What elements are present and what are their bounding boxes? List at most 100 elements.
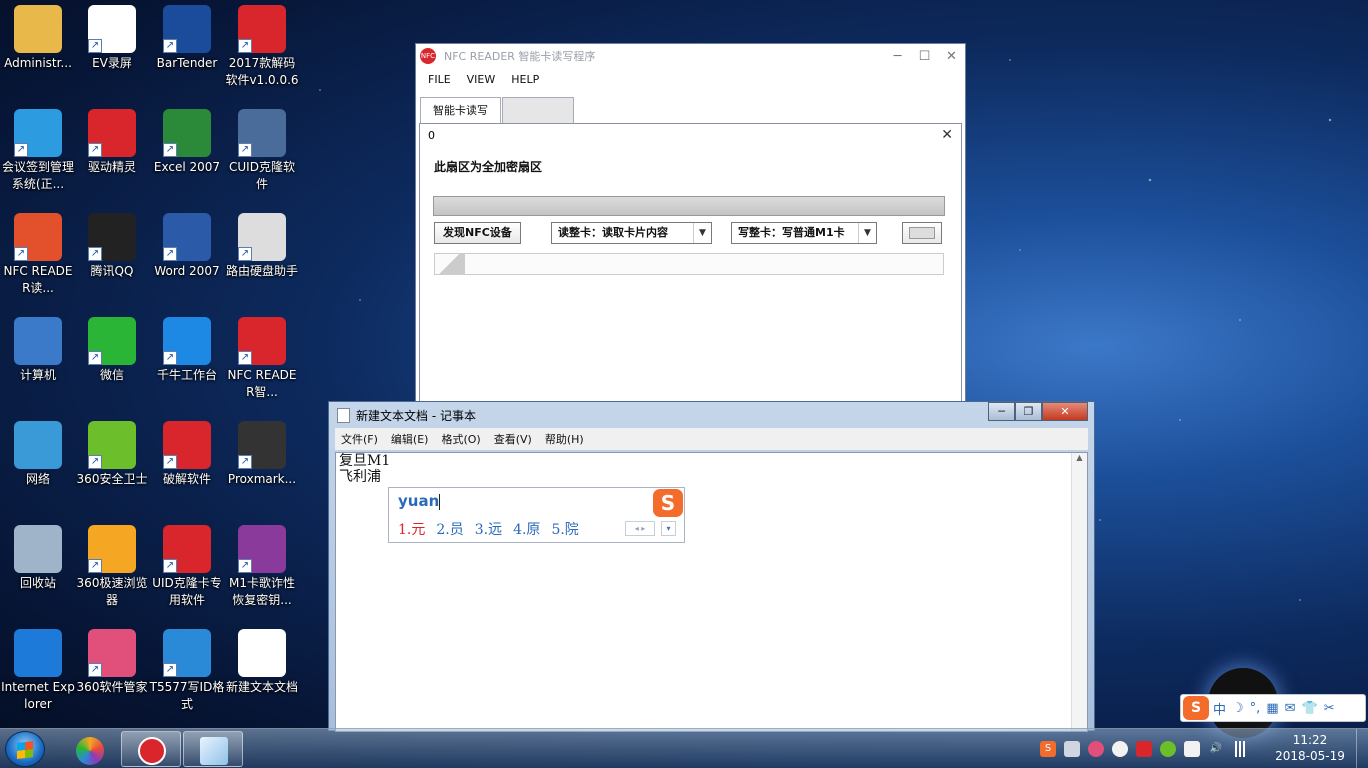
taskbar-nfc-reader[interactable] <box>121 731 181 767</box>
ime-punctuation-icon[interactable]: °, <box>1250 701 1261 716</box>
taskbar-notepad[interactable] <box>183 731 243 767</box>
ime-skin-icon[interactable]: 👕 <box>1302 701 1318 716</box>
record-icon[interactable] <box>1136 741 1152 757</box>
chevron-down-icon[interactable]: ▼ <box>693 223 711 243</box>
desktop-icon[interactable]: ↗ NFC READER读... <box>0 213 76 297</box>
desktop-icon[interactable]: ↗ 360极速浏览器 <box>74 525 150 609</box>
desktop-icon[interactable]: ↗ 2017款解码软件v1.0.0.6 <box>224 5 300 89</box>
desktop-icon[interactable]: ↗ Word 2007 <box>149 213 225 280</box>
desktop-icon[interactable]: ↗ M1卡歌诈性恢复密钥... <box>224 525 300 609</box>
tab-blank[interactable] <box>502 97 574 123</box>
vertical-scrollbar[interactable]: ▲ <box>1071 453 1087 731</box>
router-disk-icon: ↗ <box>238 213 286 261</box>
ime-candidate[interactable]: 5.院 <box>551 519 578 539</box>
desktop-icon[interactable]: ↗ 360安全卫士 <box>74 421 150 488</box>
ime-candidate[interactable]: 2.员 <box>436 519 463 539</box>
sogou-logo-icon[interactable]: S <box>1183 696 1209 720</box>
network-globe-icon <box>14 421 62 469</box>
maximize-icon[interactable]: ☐ <box>911 49 938 64</box>
desktop-icon[interactable]: ↗ 驱动精灵 <box>74 109 150 176</box>
flower-icon[interactable] <box>1088 741 1104 757</box>
desktop-icon[interactable]: ↗ UID克隆卡专用软件 <box>149 525 225 609</box>
panel-close-icon[interactable]: ✕ <box>941 127 953 143</box>
360-tray-icon[interactable] <box>1160 741 1176 757</box>
notepad-titlebar[interactable]: 新建文本文档 - 记事本 <box>329 402 1094 428</box>
recycle-bin-icon <box>14 525 62 573</box>
printer-icon[interactable] <box>1064 741 1080 757</box>
write-card-select[interactable]: 写整卡：写普通M1卡 ▼ <box>731 222 877 244</box>
winrar-icon: ↗ <box>238 525 286 573</box>
ime-halfwidth-icon[interactable]: ☽ <box>1232 701 1244 716</box>
desktop-icon[interactable]: ↗ NFC READER智... <box>224 317 300 401</box>
desktop-icon[interactable]: 网络 <box>0 421 76 488</box>
desktop-icon[interactable]: 新建文本文档 <box>224 629 300 696</box>
desktop-icon[interactable]: ↗ CUID克隆软件 <box>224 109 300 193</box>
chevron-down-icon[interactable]: ▼ <box>858 223 876 243</box>
menu-help[interactable]: 帮助(H) <box>545 431 584 447</box>
desktop-icon-label: 2017款解码软件v1.0.0.6 <box>225 56 299 87</box>
desktop-icon[interactable]: ↗ 腾讯QQ <box>74 213 150 280</box>
desktop-icon[interactable]: 计算机 <box>0 317 76 384</box>
desktop-icon[interactable]: ↗ 微信 <box>74 317 150 384</box>
taskbar-360-browser[interactable] <box>59 731 119 767</box>
desktop-icon-label: 腾讯QQ <box>90 264 134 278</box>
calculator-button[interactable] <box>902 222 942 244</box>
shortcut-arrow-icon: ↗ <box>163 663 177 677</box>
desktop-icon[interactable]: ↗ 千牛工作台 <box>149 317 225 384</box>
cloud-icon[interactable] <box>1112 741 1128 757</box>
desktop-icon[interactable]: ↗ 360软件管家 <box>74 629 150 696</box>
desktop-icon-label: 千牛工作台 <box>156 368 217 382</box>
network-signal-icon[interactable] <box>1232 741 1248 757</box>
ime-tools-icon[interactable]: ✂ <box>1324 701 1335 716</box>
notepad-window-title: 新建文本文档 - 记事本 <box>356 408 476 423</box>
ime-candidate[interactable]: 3.远 <box>475 519 502 539</box>
nfc-reader-window[interactable]: NFC NFC READER 智能卡读写程序 ─ ☐ ✕ FILE VIEW H… <box>415 43 966 410</box>
minimize-icon[interactable]: ─ <box>988 402 1015 421</box>
sogou-tray-icon[interactable]: S <box>1040 741 1056 757</box>
desktop-icon[interactable]: ↗ 路由硬盘助手 <box>224 213 300 280</box>
desktop-icon[interactable]: Administr... <box>0 5 76 72</box>
read-card-select[interactable]: 读整卡：读取卡片内容 ▼ <box>551 222 712 244</box>
menu-format[interactable]: 格式(O) <box>441 431 480 447</box>
ime-candidate[interactable]: 4.原 <box>513 519 540 539</box>
ime-expand-icon[interactable]: ▾ <box>661 521 676 536</box>
menu-view[interactable]: 查看(V) <box>494 431 532 447</box>
desktop-icon[interactable]: ↗ T5577写ID格式 <box>149 629 225 713</box>
minimize-icon[interactable]: ─ <box>884 49 911 64</box>
desktop-icon[interactable]: ↗ 破解软件 <box>149 421 225 488</box>
close-icon[interactable]: ✕ <box>938 49 965 64</box>
discover-nfc-button[interactable]: 发现NFC设备 <box>434 222 521 244</box>
menu-edit[interactable]: 编辑(E) <box>391 431 429 447</box>
desktop-icon[interactable]: ↗ Excel 2007 <box>149 109 225 176</box>
menu-view[interactable]: VIEW <box>467 73 496 86</box>
ime-chinese-mode-icon[interactable]: 中 <box>1213 699 1226 718</box>
desktop-icon[interactable]: Internet Explorer <box>0 629 76 713</box>
driver-genius-icon: ↗ <box>88 109 136 157</box>
menu-help[interactable]: HELP <box>511 73 539 86</box>
show-desktop-button[interactable] <box>1356 729 1368 768</box>
desktop-icon[interactable]: ↗ EV录屏 <box>74 5 150 72</box>
desktop-icon[interactable]: ↗ Proxmark... <box>224 421 300 488</box>
ime-candidate[interactable]: 1.元 <box>398 519 425 539</box>
start-button[interactable] <box>5 731 45 767</box>
maximize-icon[interactable]: ❐ <box>1015 402 1042 421</box>
nfc-titlebar[interactable]: NFC NFC READER 智能卡读写程序 ─ ☐ ✕ <box>416 44 965 68</box>
shortcut-arrow-icon: ↗ <box>238 455 252 469</box>
meeting-signin-icon: ↗ <box>14 109 62 157</box>
taskbar-clock[interactable]: 11:22 2018-05-19 <box>1270 732 1350 764</box>
menu-file[interactable]: FILE <box>428 73 451 86</box>
ime-keyboard-icon[interactable]: ▦ <box>1266 701 1278 716</box>
menu-file[interactable]: 文件(F) <box>341 431 378 447</box>
tab-smart-card[interactable]: 智能卡读写 <box>420 97 501 123</box>
volume-icon[interactable]: 🔊 <box>1208 741 1224 757</box>
ime-page-arrows-icon[interactable]: ◂ ▸ <box>625 521 655 536</box>
ime-message-icon[interactable]: ✉ <box>1285 701 1296 716</box>
horizontal-scrollbar[interactable] <box>434 253 944 275</box>
flag-icon[interactable] <box>1184 741 1200 757</box>
desktop-icon[interactable]: ↗ BarTender <box>149 5 225 72</box>
desktop-icon[interactable]: 回收站 <box>0 525 76 592</box>
desktop-icon[interactable]: ↗ 会议签到管理系统(正... <box>0 109 76 193</box>
close-icon[interactable]: ✕ <box>1042 402 1088 421</box>
notepad-window[interactable]: 新建文本文档 - 记事本 ─ ❐ ✕ 文件(F) 编辑(E) 格式(O) 查看(… <box>328 401 1095 732</box>
desktop-icon-label: 网络 <box>25 472 50 486</box>
